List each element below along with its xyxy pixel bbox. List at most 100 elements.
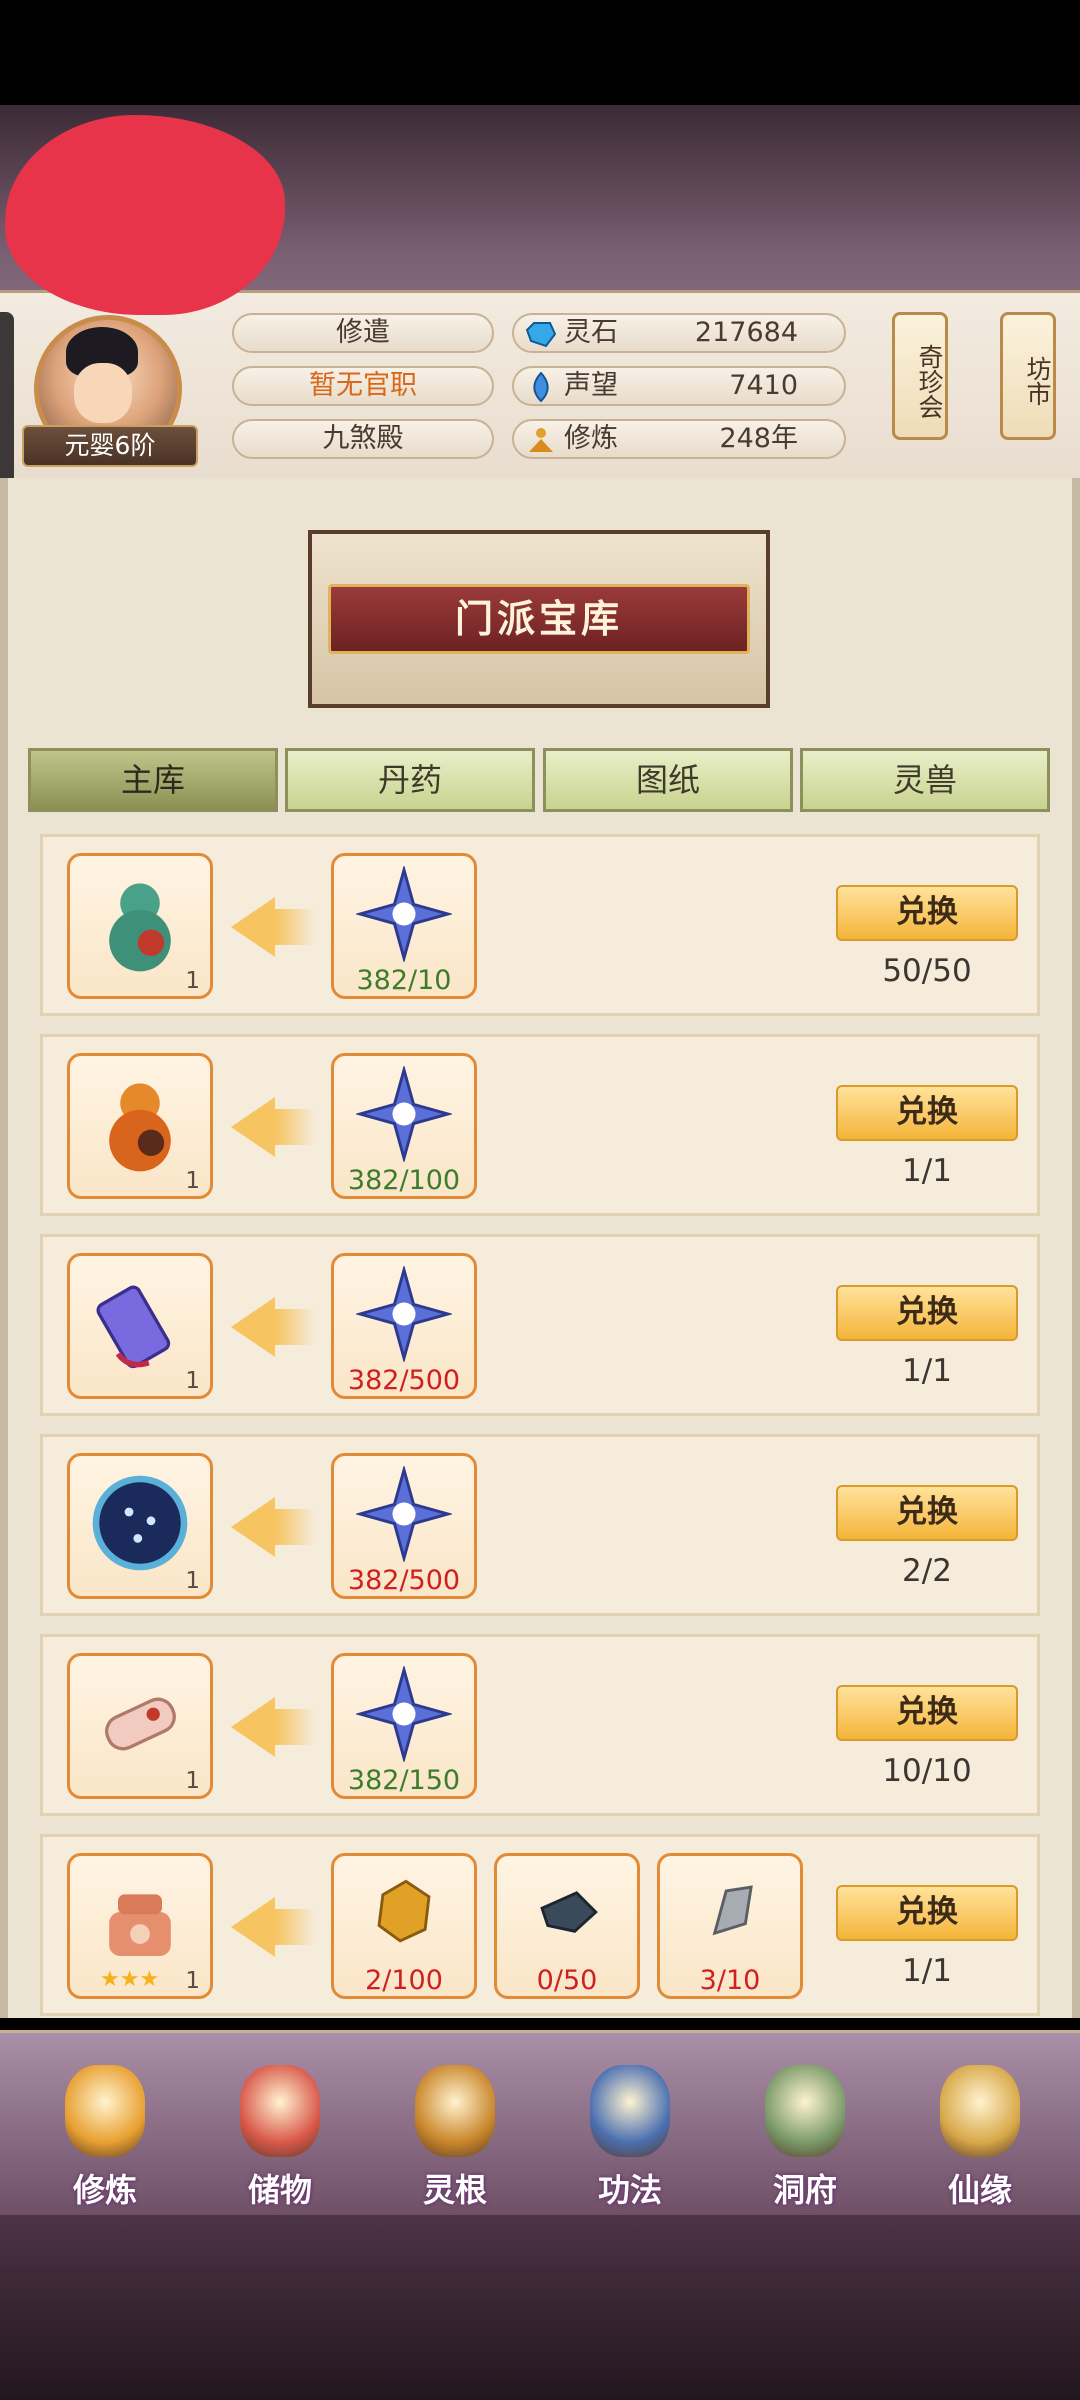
reward-item-slot[interactable]: ★★★ 1 (67, 1853, 213, 1999)
cost-requirement: 3/10 (699, 1965, 761, 1996)
page-title: 门派宝库 (328, 584, 750, 654)
gourd-green-icon (85, 868, 195, 982)
sect-name: 九煞殿 (232, 419, 494, 459)
exchange-row: 1 382/10 兑换 50/50 (40, 834, 1040, 1016)
arrow-tail (275, 1509, 315, 1545)
reward-count: 1 (185, 1368, 200, 1394)
cost-item-slot[interactable]: 2/100 (331, 1853, 477, 1999)
rare-treasure-button[interactable]: 奇珍会 (892, 312, 948, 440)
silver-ore-icon (682, 1866, 778, 1966)
nav-cultivate[interactable]: 修炼 (35, 2065, 165, 2215)
cost-item-slot[interactable]: 382/500 (331, 1453, 477, 1599)
technique-book-icon (590, 2065, 670, 2157)
exchange-row: 1 382/500 兑换 1/1 (40, 1234, 1040, 1416)
exchange-button[interactable]: 兑换 (836, 1285, 1018, 1341)
cost-requirement: 382/500 (347, 1365, 461, 1396)
market-button[interactable]: 坊市 (1000, 312, 1056, 440)
cost-requirement: 382/10 (356, 965, 452, 996)
stat-spirit-stone: 灵石 217684 (512, 313, 846, 353)
storage-bag-icon (240, 2065, 320, 2157)
nav-label: 仙缘 (947, 2171, 1012, 2209)
reward-item-slot[interactable]: 1 (67, 1253, 213, 1399)
cost-item-slot[interactable]: 382/500 (331, 1253, 477, 1399)
cost-requirement: 382/100 (347, 1165, 461, 1196)
nav-label: 修炼 (72, 2171, 137, 2209)
exchange-limit: 50/50 (882, 953, 972, 989)
tab-spirit-beasts[interactable]: 灵兽 (800, 748, 1050, 812)
arrow-tail (275, 1709, 315, 1745)
cost-requirement: 2/100 (365, 1965, 443, 1996)
avatar-face (74, 363, 132, 423)
exchange-row: 1 382/100 兑换 1/1 (40, 1034, 1040, 1216)
tab-main[interactable]: 主库 (28, 748, 278, 812)
spirit-stone-icon (526, 322, 556, 348)
nav-cave[interactable]: 洞府 (735, 2065, 865, 2215)
arrow-left-icon (231, 1497, 275, 1557)
cost-item-slot[interactable]: 382/10 (331, 853, 477, 999)
stat-value: 248年 (719, 423, 798, 454)
nav-destiny[interactable]: 仙缘 (910, 2065, 1040, 2215)
reward-item-slot[interactable]: 1 (67, 853, 213, 999)
exchange-limit: 10/10 (882, 1753, 972, 1789)
exchange-button[interactable]: 兑换 (836, 1685, 1018, 1741)
sword-token-icon (85, 1268, 195, 1382)
cost-item-slot[interactable]: 382/150 (331, 1653, 477, 1799)
nav-label: 灵根 (422, 2171, 487, 2209)
nav-storage[interactable]: 储物 (210, 2065, 340, 2215)
tab-pills[interactable]: 丹药 (285, 748, 535, 812)
reward-item-slot[interactable]: 1 (67, 1453, 213, 1599)
reward-item-slot[interactable]: 1 (67, 1053, 213, 1199)
nav-label: 功法 (597, 2171, 662, 2209)
iron-ore-icon (519, 1866, 615, 1966)
furnace-icon (85, 1868, 195, 1982)
reward-item-slot[interactable]: 1 (67, 1653, 213, 1799)
spirit-star-icon (354, 1064, 454, 1166)
cost-item-slot[interactable]: 0/50 (494, 1853, 640, 1999)
spirit-star-icon (354, 1464, 454, 1566)
cultivation-icon (529, 428, 553, 452)
reward-count: 1 (185, 968, 200, 994)
nav-spirit-root[interactable]: 灵根 (385, 2065, 515, 2215)
arrow-tail (275, 1109, 315, 1145)
gold-ore-icon (356, 1866, 452, 1966)
cost-item-slot[interactable]: 3/10 (657, 1853, 803, 1999)
arrow-left-icon (231, 1697, 275, 1757)
exchange-button[interactable]: 兑换 (836, 1485, 1018, 1541)
meditation-icon (65, 2065, 145, 2157)
exchange-button[interactable]: 兑换 (836, 1885, 1018, 1941)
stat-label: 灵石 (564, 317, 618, 348)
footer-background (0, 2215, 1080, 2400)
arrow-left-icon (231, 1297, 275, 1357)
tab-blueprints[interactable]: 图纸 (543, 748, 793, 812)
cave-dwelling-icon (765, 2065, 845, 2157)
exchange-button[interactable]: 兑换 (836, 885, 1018, 941)
spirit-star-icon (354, 1664, 454, 1766)
spirit-root-icon (415, 2065, 495, 2157)
stat-label: 声望 (564, 370, 618, 401)
exchange-button[interactable]: 兑换 (836, 1085, 1018, 1141)
exchange-row: 1 382/500 兑换 2/2 (40, 1434, 1040, 1616)
player-title: 修遣 (232, 313, 494, 353)
reward-count: 1 (185, 1168, 200, 1194)
spirit-star-icon (354, 864, 454, 966)
reward-count: 1 (185, 1968, 200, 1994)
star-map-icon (85, 1468, 195, 1582)
spirit-star-icon (354, 1264, 454, 1366)
redacted-overlay (5, 115, 285, 315)
stat-value: 7410 (729, 370, 798, 401)
arrow-tail (275, 1309, 315, 1345)
reward-count: 1 (185, 1568, 200, 1594)
nav-label: 储物 (247, 2171, 312, 2209)
status-bar (0, 0, 1080, 105)
arrow-left-icon (231, 897, 275, 957)
stat-cultivation: 修炼 248年 (512, 419, 846, 459)
exchange-limit: 1/1 (902, 1353, 952, 1389)
gourd-orange-icon (85, 1068, 195, 1182)
cost-item-slot[interactable]: 382/100 (331, 1053, 477, 1199)
nav-technique[interactable]: 功法 (560, 2065, 690, 2215)
prestige-icon (533, 372, 549, 402)
cost-requirement: 382/500 (347, 1565, 461, 1596)
exchange-limit: 2/2 (902, 1553, 952, 1589)
reward-count: 1 (185, 1768, 200, 1794)
reward-stars: ★★★ (100, 1967, 160, 1992)
